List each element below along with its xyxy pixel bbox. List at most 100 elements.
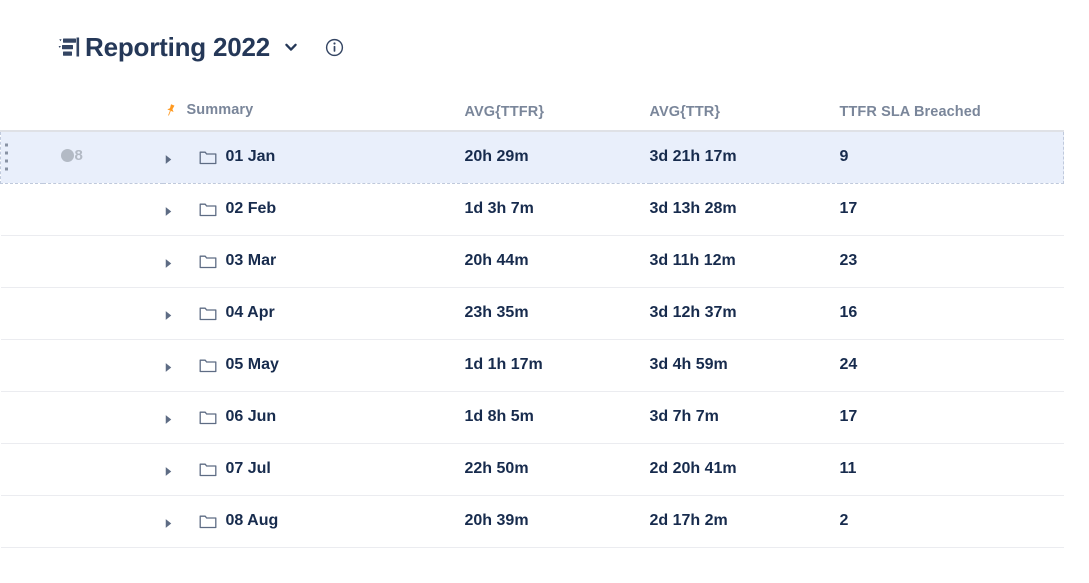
row-badge-cell	[42, 339, 163, 392]
expand-caret-icon[interactable]	[163, 308, 174, 320]
column-header-avg-ttr[interactable]: AVG{TTR}	[649, 94, 840, 132]
row-sla-breached: 11	[839, 443, 1030, 496]
expand-caret-icon[interactable]	[163, 256, 174, 268]
row-sla-breached: 2	[839, 495, 1030, 548]
row-summary-cell: 01 Jan	[162, 130, 465, 184]
row-drag-handle-cell[interactable]	[0, 391, 43, 444]
column-header-sla-breached[interactable]: TTFR SLA Breached	[839, 94, 1030, 132]
expand-caret-icon[interactable]	[163, 204, 174, 216]
row-summary-label: 05 May	[225, 356, 279, 373]
table-row[interactable]: 08 Aug 20h 39m 2d 17h 2m 2	[0, 495, 1064, 548]
folder-icon	[199, 513, 217, 529]
row-badge-cell	[42, 391, 163, 444]
table-body: 8 01 Jan 20h 29m 3d 21h 17m 9 02 Feb 1d …	[0, 130, 1064, 548]
row-tail-cell	[1029, 391, 1064, 444]
row-badge-cell	[42, 183, 163, 236]
row-drag-handle-cell[interactable]	[0, 183, 43, 236]
header-spacer-badge	[42, 94, 163, 132]
badge-dot-icon	[60, 149, 74, 163]
row-sla-breached: 24	[839, 339, 1030, 392]
row-drag-handle-cell[interactable]	[0, 235, 43, 288]
column-header-avg-ttfr[interactable]: AVG{TTFR}	[464, 94, 650, 132]
row-sla-breached: 9	[839, 130, 1030, 184]
folder-icon	[199, 201, 217, 217]
folder-icon	[199, 253, 217, 269]
row-sla-breached: 17	[839, 183, 1030, 236]
table-row[interactable]: 07 Jul 22h 50m 2d 20h 41m 11	[0, 443, 1064, 496]
chevron-down-icon[interactable]	[283, 39, 299, 55]
row-avg-ttfr: 1d 8h 5m	[464, 391, 650, 444]
row-badge-cell	[42, 495, 163, 548]
row-avg-ttr: 3d 4h 59m	[649, 339, 840, 392]
row-avg-ttr: 2d 17h 2m	[649, 495, 840, 548]
row-summary-cell: 08 Aug	[162, 495, 465, 548]
badge-count: 8	[74, 147, 83, 165]
table-row[interactable]: 02 Feb 1d 3h 7m 3d 13h 28m 17	[0, 183, 1064, 236]
report-title-bar: Reporting 2022	[58, 28, 344, 66]
row-avg-ttr: 3d 11h 12m	[649, 235, 840, 288]
table-header: Summary AVG{TTFR} AVG{TTR} TTFR SLA Brea…	[0, 94, 1064, 132]
row-summary-cell: 02 Feb	[162, 183, 465, 236]
row-summary-cell: 06 Jun	[162, 391, 465, 444]
row-tail-cell	[1029, 339, 1064, 392]
table-row[interactable]: 03 Mar 20h 44m 3d 11h 12m 23	[0, 235, 1064, 288]
info-circle-icon[interactable]	[325, 38, 344, 57]
table-row[interactable]: 05 May 1d 1h 17m 3d 4h 59m 24	[0, 339, 1064, 392]
row-badge-cell	[42, 287, 163, 340]
row-sla-breached: 16	[839, 287, 1030, 340]
row-summary-label: 08 Aug	[225, 512, 279, 529]
row-summary-label: 07 Jul	[225, 460, 271, 477]
row-avg-ttfr: 20h 44m	[464, 235, 650, 288]
row-summary-label: 03 Mar	[225, 252, 277, 269]
page-title: Reporting 2022	[85, 32, 271, 62]
row-sla-breached: 23	[839, 235, 1030, 288]
row-avg-ttfr: 1d 3h 7m	[464, 183, 650, 236]
expand-caret-icon[interactable]	[163, 152, 174, 164]
row-badge-cell	[42, 443, 163, 496]
row-avg-ttfr: 1d 1h 17m	[464, 339, 650, 392]
row-summary-label: 01 Jan	[225, 148, 276, 166]
row-avg-ttr: 3d 13h 28m	[649, 183, 840, 236]
reporting-table: Summary AVG{TTFR} AVG{TTR} TTFR SLA Brea…	[0, 94, 1064, 548]
header-spacer-handle	[0, 94, 43, 132]
row-summary-label: 06 Jun	[225, 408, 277, 425]
row-avg-ttfr: 22h 50m	[464, 443, 650, 496]
expand-caret-icon[interactable]	[163, 360, 174, 372]
row-avg-ttfr: 23h 35m	[464, 287, 650, 340]
table-row[interactable]: 06 Jun 1d 8h 5m 3d 7h 7m 17	[0, 391, 1064, 444]
row-tail-cell	[1029, 235, 1064, 288]
row-summary-label: 04 Apr	[225, 304, 275, 321]
row-drag-handle-cell[interactable]	[0, 495, 43, 548]
row-drag-handle-cell[interactable]	[0, 287, 43, 340]
header-spacer-tail	[1029, 94, 1064, 132]
row-summary-cell: 04 Apr	[162, 287, 465, 340]
row-drag-handle-cell[interactable]	[0, 130, 43, 184]
column-header-summary[interactable]: Summary	[162, 94, 465, 132]
column-header-summary-label: Summary	[186, 102, 254, 119]
row-drag-handle-cell[interactable]	[0, 339, 43, 392]
status-badge: 8	[60, 147, 83, 165]
row-avg-ttr: 3d 12h 37m	[649, 287, 840, 340]
row-tail-cell	[1029, 183, 1064, 236]
row-tail-cell	[1029, 130, 1064, 184]
row-badge-cell: 8	[42, 130, 163, 184]
drag-handle-icon[interactable]	[5, 143, 9, 171]
row-tail-cell	[1029, 287, 1064, 340]
row-drag-handle-cell[interactable]	[0, 443, 43, 496]
table-row[interactable]: 04 Apr 23h 35m 3d 12h 37m 16	[0, 287, 1064, 340]
row-avg-ttr: 2d 20h 41m	[649, 443, 840, 496]
report-table-container: Summary AVG{TTFR} AVG{TTR} TTFR SLA Brea…	[0, 94, 1089, 548]
row-summary-label: 02 Feb	[225, 200, 277, 217]
table-header-row: Summary AVG{TTFR} AVG{TTR} TTFR SLA Brea…	[0, 94, 1064, 132]
pin-icon	[163, 103, 178, 118]
row-tail-cell	[1029, 443, 1064, 496]
folder-icon	[199, 149, 217, 165]
expand-caret-icon[interactable]	[163, 464, 174, 476]
folder-icon	[199, 305, 217, 321]
expand-caret-icon[interactable]	[163, 412, 174, 424]
expand-caret-icon[interactable]	[163, 516, 174, 528]
row-avg-ttr: 3d 7h 7m	[649, 391, 840, 444]
table-row[interactable]: 8 01 Jan 20h 29m 3d 21h 17m 9	[0, 130, 1064, 184]
folder-icon	[199, 357, 217, 373]
row-avg-ttfr: 20h 29m	[464, 130, 650, 184]
